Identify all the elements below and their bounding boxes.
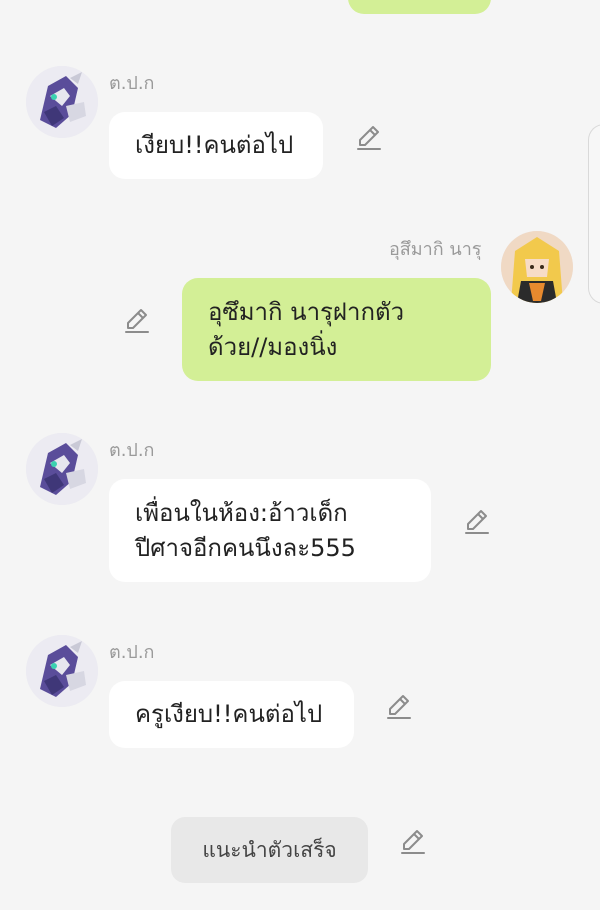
side-panel-edge[interactable] [588, 124, 600, 304]
sender-name: อุสึมากิ นารุ [389, 239, 482, 260]
sender-name: ต.ป.ก [109, 73, 155, 94]
sender-name: ต.ป.ก [109, 440, 155, 461]
message-bubble[interactable]: เงียบ!!คนต่อไป [109, 112, 323, 179]
message-bubble[interactable]: เพื่อนในห้อง:อ้าวเด็ก ปีศาจอีกคนนึงละ555 [109, 479, 431, 582]
sender-name: ต.ป.ก [109, 642, 155, 663]
avatar[interactable] [26, 635, 98, 707]
system-message[interactable]: แนะนำตัวเสร็จ [171, 817, 368, 883]
pencil-icon[interactable] [384, 692, 414, 722]
avatar[interactable] [26, 433, 98, 505]
avatar[interactable] [501, 231, 573, 303]
pencil-icon[interactable] [122, 306, 152, 336]
message-bubble[interactable]: อุซึมากิ นารุฝากตัว ด้วย//มองนิ่ง [182, 278, 491, 381]
pencil-icon[interactable] [398, 827, 428, 857]
previous-message-bubble [348, 0, 491, 14]
avatar[interactable] [26, 66, 98, 138]
pencil-icon[interactable] [354, 123, 384, 153]
message-bubble[interactable]: ครูเงียบ!!คนต่อไป [109, 681, 354, 748]
pencil-icon[interactable] [462, 507, 492, 537]
